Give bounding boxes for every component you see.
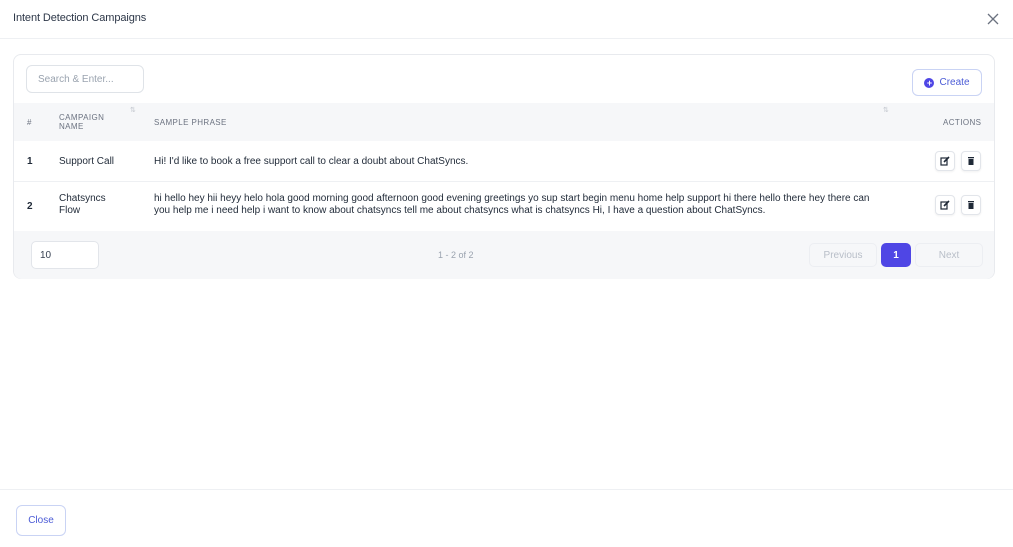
header-campaign-name[interactable]: CAMPAIGN NAME [59, 113, 119, 131]
edit-button[interactable] [935, 195, 955, 215]
pagination-range: 1 - 2 of 2 [438, 250, 474, 260]
sort-icon[interactable]: ⇅ [883, 106, 889, 114]
next-button[interactable]: Next [915, 243, 983, 267]
previous-button[interactable]: Previous [809, 243, 877, 267]
edit-icon [940, 156, 950, 166]
delete-button[interactable] [961, 195, 981, 215]
search-input[interactable] [26, 65, 144, 93]
row-number: 1 [27, 156, 33, 167]
table-row: 1 Support Call Hi! I'd like to book a fr… [14, 141, 994, 182]
header-actions: ACTIONS [943, 118, 982, 127]
trash-icon [968, 157, 974, 165]
footer-divider [0, 489, 1013, 490]
plus-circle-icon: + [924, 77, 935, 88]
row-number: 2 [27, 201, 33, 212]
sample-phrase: hi hello hey hii heyy helo hola good mor… [154, 193, 870, 216]
trash-icon [968, 201, 974, 209]
page-size-select[interactable]: 10 [31, 241, 99, 269]
table-footer: 10 1 - 2 of 2 Previous 1 Next [14, 231, 994, 279]
table-row: 2 Chatsyncs Flow hi hello hey hii heyy h… [14, 182, 994, 229]
create-button[interactable]: + Create [912, 69, 982, 96]
edit-button[interactable] [935, 151, 955, 171]
create-button-label: Create [939, 77, 970, 88]
modal-title: Intent Detection Campaigns [13, 12, 147, 24]
header-index: # [27, 118, 32, 127]
close-button[interactable]: Close [16, 505, 66, 536]
close-x-icon[interactable] [985, 11, 1001, 27]
edit-icon [940, 200, 950, 210]
page-button-current[interactable]: 1 [881, 243, 911, 267]
campaign-name: Support Call [59, 156, 115, 167]
table-header: # CAMPAIGN NAME ⇅ SAMPLE PHRASE ⇅ ACTION… [14, 103, 994, 141]
sort-icon[interactable]: ⇅ [130, 106, 136, 114]
delete-button[interactable] [961, 151, 981, 171]
modal-header: Intent Detection Campaigns [0, 0, 1013, 39]
campaigns-card: + Create # CAMPAIGN NAME ⇅ SAMPLE PHRASE… [13, 54, 995, 279]
campaign-name: Chatsyncs Flow [59, 193, 106, 216]
header-sample-phrase[interactable]: SAMPLE PHRASE [154, 118, 227, 127]
sample-phrase: Hi! I'd like to book a free support call… [154, 156, 469, 167]
